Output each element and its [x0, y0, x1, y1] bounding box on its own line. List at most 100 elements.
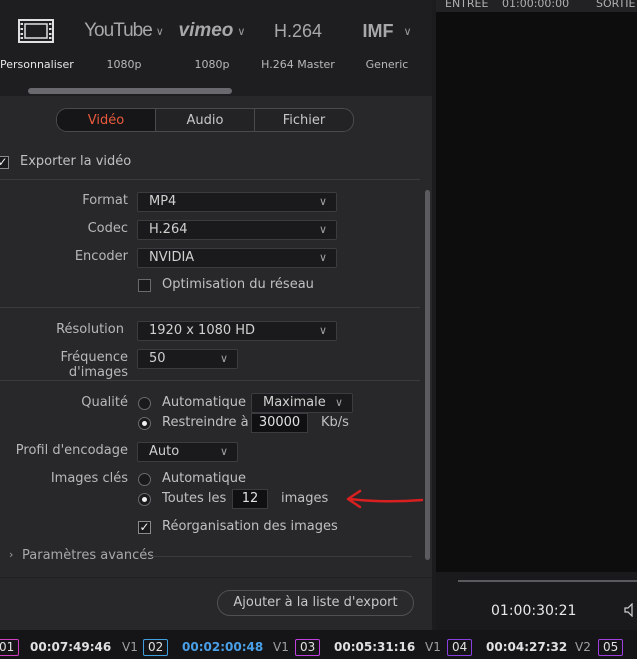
chevron-down-icon: ∨	[219, 445, 228, 458]
chevron-down-icon: ∨	[318, 251, 327, 264]
chevron-down-icon: ∨	[334, 396, 343, 409]
out-point-label: SORTIE	[596, 0, 636, 10]
keyframes-every-radio[interactable]	[138, 493, 151, 506]
preset-youtube[interactable]: YouTube ∨ 1080p	[84, 0, 164, 84]
clip-badge[interactable]: 03	[295, 639, 321, 656]
keyframes-unit: images	[281, 491, 329, 506]
chevron-down-icon: ∨	[219, 352, 228, 365]
scrub-bar[interactable]	[458, 580, 637, 582]
clip-track: V2	[575, 640, 591, 654]
clip-duration: 00:02:00:48	[182, 640, 264, 654]
encoder-select[interactable]: NVIDIA ∨	[137, 248, 337, 268]
encoder-label: Encoder	[74, 249, 128, 264]
chevron-down-icon: ∨	[318, 223, 327, 236]
export-video-checkbox[interactable]: ✓	[0, 156, 9, 169]
codec-value: H.264	[149, 222, 188, 237]
clip-badge[interactable]: 01	[0, 639, 20, 656]
preset-imf[interactable]: IMF ∨ Generic	[348, 0, 426, 84]
quality-level-select[interactable]: Maximale ∨	[251, 393, 353, 413]
keyframes-interval-input[interactable]: 12	[232, 489, 268, 509]
volume-icon[interactable]	[624, 603, 637, 617]
quality-auto-label: Automatique	[162, 395, 247, 410]
clip-badge[interactable]: 04	[447, 639, 473, 656]
clip-badge[interactable]: 05	[598, 639, 624, 656]
viewer-timecode: 01:00:30:21	[491, 603, 577, 619]
h264-logo: H.264	[273, 20, 323, 41]
presets-scroll-thumb[interactable]	[28, 88, 232, 94]
tab-video[interactable]: Vidéo	[57, 109, 155, 131]
divider	[0, 307, 420, 308]
chevron-down-icon: ∨	[318, 324, 327, 337]
framerate-value: 50	[149, 351, 166, 366]
format-value: MP4	[149, 194, 177, 209]
advanced-settings-toggle[interactable]: Paramètres avancés	[22, 548, 154, 563]
annotation-arrow-icon	[346, 489, 424, 509]
bitrate-unit: Kb/s	[321, 415, 349, 430]
preset-custom[interactable]: Personnaliser	[0, 0, 74, 84]
chevron-down-icon[interactable]: ∨	[403, 25, 411, 38]
quality-auto-radio[interactable]	[138, 397, 151, 410]
keyframes-auto-label: Automatique	[162, 471, 247, 486]
network-optimization-checkbox[interactable]	[138, 279, 151, 292]
codec-select[interactable]: H.264 ∨	[137, 220, 337, 240]
network-optimization-label: Optimisation du réseau	[162, 277, 314, 292]
format-select[interactable]: MP4 ∨	[137, 192, 337, 212]
preset-label: Generic	[365, 58, 409, 71]
reorder-frames-checkbox[interactable]: ✓	[138, 521, 151, 534]
clip-duration: 00:05:31:16	[334, 640, 416, 654]
divider	[0, 179, 420, 180]
keyframes-label: Images clés	[50, 471, 128, 486]
encoding-profile-value: Auto	[149, 444, 180, 459]
export-video-label: Exporter la vidéo	[20, 154, 132, 169]
divider	[0, 577, 432, 578]
framerate-label: Fréquence d'images	[60, 350, 128, 380]
settings-tabs: Vidéo Audio Fichier	[56, 108, 354, 132]
chevron-right-icon[interactable]: ›	[9, 548, 13, 561]
preset-h264[interactable]: H.264 H.264 Master	[258, 0, 338, 84]
video-preview[interactable]	[436, 12, 637, 572]
resolution-value: 1920 x 1080 HD	[149, 323, 256, 338]
clip-track: V1	[273, 640, 289, 654]
clip-duration: 00:07:49:46	[30, 640, 112, 654]
keyframes-every-label: Toutes les	[162, 491, 227, 506]
add-to-render-queue-button[interactable]: Ajouter à la liste d'export	[217, 590, 414, 616]
clip-duration: 00:04:27:32	[486, 640, 568, 654]
vimeo-logo: vimeo	[178, 20, 234, 41]
divider	[150, 556, 412, 557]
preset-vimeo[interactable]: vimeo ∨ 1080p	[170, 0, 254, 84]
resolution-label: Résolution	[56, 322, 124, 337]
chevron-down-icon: ∨	[318, 195, 327, 208]
keyframes-auto-radio[interactable]	[138, 473, 151, 486]
preset-label: Personnaliser	[0, 58, 74, 71]
quality-label: Qualité	[81, 395, 128, 410]
divider	[0, 380, 420, 381]
tab-audio[interactable]: Audio	[155, 109, 254, 131]
settings-scrollbar[interactable]	[425, 190, 430, 560]
bitrate-input[interactable]: 30000	[251, 413, 308, 433]
film-icon	[0, 18, 72, 44]
clip-track: V1	[425, 640, 441, 654]
preset-label: 1080p	[194, 58, 230, 71]
quality-restrict-radio[interactable]	[138, 417, 151, 430]
encoding-profile-select[interactable]: Auto ∨	[137, 442, 238, 462]
quality-restrict-label: Restreindre à	[162, 415, 249, 430]
clip-track: V1	[122, 640, 138, 654]
format-label: Format	[82, 193, 128, 208]
quality-level-value: Maximale	[263, 395, 326, 410]
clip-badge[interactable]: 02	[143, 639, 169, 656]
codec-label: Codec	[87, 221, 128, 236]
encoding-profile-label: Profil d'encodage	[15, 443, 128, 458]
imf-logo: IMF	[362, 20, 394, 41]
in-point-label: ENTRÉE	[445, 0, 489, 10]
chevron-down-icon[interactable]: ∨	[156, 25, 164, 38]
in-point-timecode: 01:00:00:00	[502, 0, 570, 10]
tab-file[interactable]: Fichier	[254, 109, 353, 131]
youtube-logo: YouTube	[84, 20, 153, 41]
chevron-down-icon[interactable]: ∨	[237, 25, 245, 38]
resolution-select[interactable]: 1920 x 1080 HD ∨	[137, 321, 337, 341]
preset-label: H.264 Master	[261, 58, 335, 71]
framerate-select[interactable]: 50 ∨	[137, 349, 238, 369]
encoder-value: NVIDIA	[149, 250, 195, 265]
reorder-frames-label: Réorganisation des images	[162, 519, 338, 534]
preset-label: 1080p	[106, 58, 142, 71]
